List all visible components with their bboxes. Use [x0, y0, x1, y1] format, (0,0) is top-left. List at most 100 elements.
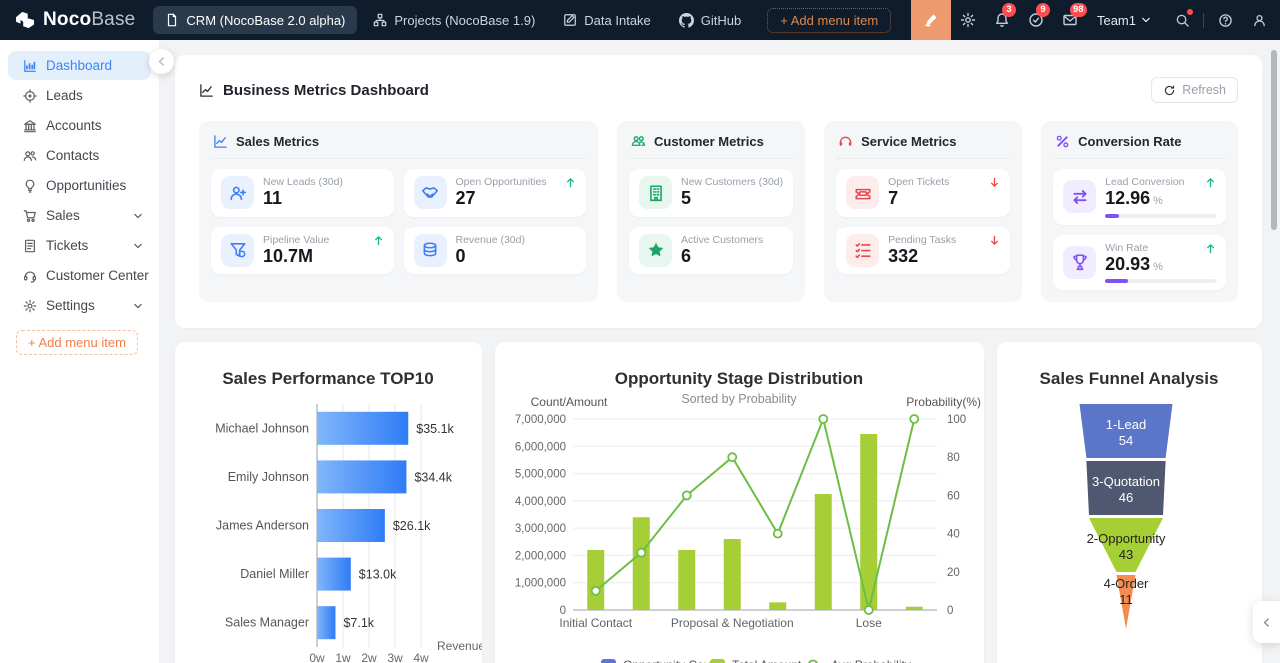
svg-text:Sales Funnel Analysis: Sales Funnel Analysis — [1040, 369, 1219, 388]
trend-down-icon — [988, 176, 1001, 194]
team-icon — [631, 134, 646, 149]
metric-label: Open Tickets — [888, 176, 950, 188]
svg-text:3w: 3w — [387, 651, 403, 663]
metric-label: Lead Conversion — [1105, 176, 1185, 188]
search-notification-dot — [1187, 9, 1193, 15]
svg-text:Sorted by Probability: Sorted by Probability — [681, 392, 797, 406]
funnel-icon — [229, 241, 247, 259]
svg-text:46: 46 — [1119, 490, 1133, 505]
chart-line-icon — [199, 83, 214, 98]
checklist-icon — [854, 241, 872, 259]
help-button[interactable] — [1208, 0, 1242, 40]
metric-card-pending-tasks: Pending Tasks 332 — [836, 226, 1011, 275]
sidebar-item-label: Dashboard — [46, 58, 113, 73]
navbar-tab-crm-nocobase-2-0-alpha[interactable]: CRM (NocoBase 2.0 alpha) — [153, 6, 358, 34]
navbar-tabs: CRM (NocoBase 2.0 alpha) Projects (NocoBa… — [153, 6, 753, 34]
metric-value: 12.96 — [1105, 188, 1151, 208]
navbar-tab-github[interactable]: GitHub — [667, 6, 753, 34]
gear-icon — [960, 12, 976, 28]
svg-text:$13.0k: $13.0k — [359, 568, 397, 582]
metric-group-header: Conversion Rate — [1053, 132, 1226, 159]
search-button[interactable] — [1165, 0, 1199, 40]
metric-label: New Leads (30d) — [263, 176, 343, 188]
vertical-scrollbar-thumb[interactable] — [1271, 50, 1277, 230]
sidebar-item-tickets[interactable]: Tickets — [8, 231, 151, 260]
svg-text:2w: 2w — [361, 651, 377, 663]
highlighter-icon — [923, 12, 939, 28]
metric-group-title: Customer Metrics — [654, 134, 764, 149]
nocobase-logo[interactable]: NocoBase — [0, 9, 153, 31]
sales-funnel-chart: Sales Funnel Analysis 1-Lead54 3-Quotation… — [1040, 369, 1219, 630]
user-menu-button[interactable] — [1242, 0, 1276, 40]
sidebar: Dashboard Leads Accounts Contacts Opportunit… — [0, 40, 160, 663]
navbar-tab-label: GitHub — [700, 12, 742, 28]
metric-value: 5 — [681, 188, 692, 208]
svg-text:Emily Johnson: Emily Johnson — [228, 470, 309, 484]
metric-card-new-customers-30d-: New Customers (30d) 5 — [629, 169, 794, 217]
sidebar-item-label: Sales — [46, 208, 80, 223]
plugin-settings-button[interactable] — [951, 0, 985, 40]
ui-editor-button[interactable] — [910, 0, 951, 40]
metric-group-cards: Open Tickets 7 Pending Tasks 332 — [836, 169, 1011, 275]
sidebar-item-label: Contacts — [46, 148, 100, 163]
notifications-button[interactable]: 3 — [985, 0, 1019, 40]
navbar-tab-data-intake[interactable]: Data Intake — [551, 6, 663, 34]
sidebar-item-dashboard[interactable]: Dashboard — [8, 51, 151, 80]
svg-text:James Anderson: James Anderson — [216, 519, 309, 533]
trend-up-icon — [372, 234, 385, 252]
metric-group-header: Customer Metrics — [629, 132, 794, 159]
svg-text:Michael Johnson: Michael Johnson — [215, 421, 309, 435]
svg-text:40: 40 — [947, 529, 960, 541]
svg-text:0w: 0w — [309, 651, 325, 663]
sales-performance-chart: Sales Performance TOP10 0w 1w 2w 3w 4w Revenue… — [215, 369, 482, 663]
metric-card-lead-conversion: Lead Conversion 12.96% — [1053, 169, 1226, 225]
metric-label: Open Opportunities — [455, 176, 547, 188]
sidebar-item-leads[interactable]: Leads — [8, 81, 151, 110]
sidebar-collapse-button[interactable] — [149, 49, 174, 74]
chevron-left-icon — [156, 56, 167, 67]
messages-button[interactable]: 98 — [1053, 0, 1087, 40]
metric-value: 11 — [263, 188, 283, 208]
sidebar-item-accounts[interactable]: Accounts — [8, 111, 151, 140]
navbar-tab-projects-nocobase-1-9[interactable]: Projects (NocoBase 1.9) — [361, 6, 547, 34]
star-icon — [639, 233, 672, 267]
tasks-button[interactable]: 9 — [1019, 0, 1053, 40]
sidebar-item-customer-center[interactable]: Customer Center — [8, 261, 151, 290]
svg-text:Probability(%): Probability(%) — [906, 395, 981, 409]
metric-group-header: Service Metrics — [836, 132, 1011, 159]
notifications-badge: 3 — [1001, 3, 1016, 17]
trend-up-icon — [1204, 242, 1217, 260]
svg-text:11: 11 — [1119, 592, 1133, 607]
svg-text:0: 0 — [947, 605, 953, 617]
metric-card-text: New Customers (30d) 5 — [681, 176, 783, 210]
sidebar-add-menu-item-button[interactable]: + Add menu item — [16, 330, 138, 355]
refresh-button[interactable]: Refresh — [1151, 77, 1238, 103]
page-header: Business Metrics Dashboard Refresh — [199, 77, 1238, 103]
brand-name: NocoBase — [43, 9, 136, 30]
metric-group-sales-metrics: Sales Metrics New Leads (30d) 11 Open Op… — [199, 121, 598, 303]
team-switcher[interactable]: Team1 — [1087, 13, 1165, 28]
handshake-icon — [413, 176, 447, 210]
sidebar-item-contacts[interactable]: Contacts — [8, 141, 151, 170]
star-icon — [647, 241, 665, 259]
svg-text:54: 54 — [1119, 433, 1133, 448]
sidebar-item-opportunities[interactable]: Opportunities — [8, 171, 151, 200]
metric-card-active-customers: Active Customers 6 — [629, 226, 794, 275]
chart-line-icon — [213, 134, 228, 149]
svg-text:4,000,000: 4,000,000 — [515, 496, 566, 508]
svg-text:4w: 4w — [413, 651, 429, 663]
opportunity-stage-chart-card: Opportunity Stage Distribution Sorted by … — [495, 342, 984, 663]
sidebar-item-settings[interactable]: Settings — [8, 291, 151, 320]
navbar-add-menu-item-button[interactable]: + Add menu item — [767, 7, 892, 33]
metric-group-service-metrics: Service Metrics Open Tickets 7 Pending T… — [824, 121, 1023, 303]
sales-icon — [23, 209, 37, 223]
metric-card-revenue-30d-: Revenue (30d) 0 — [403, 226, 586, 275]
sidebar-item-sales[interactable]: Sales — [8, 201, 151, 230]
question-circle-icon — [1218, 13, 1233, 28]
svg-text:1,000,000: 1,000,000 — [515, 578, 566, 590]
customer-center-icon — [23, 269, 37, 283]
ticket-icon — [846, 176, 880, 210]
percent-icon — [1055, 134, 1070, 149]
trophy-icon — [1063, 245, 1097, 279]
drawer-toggle-button[interactable] — [1253, 601, 1280, 643]
